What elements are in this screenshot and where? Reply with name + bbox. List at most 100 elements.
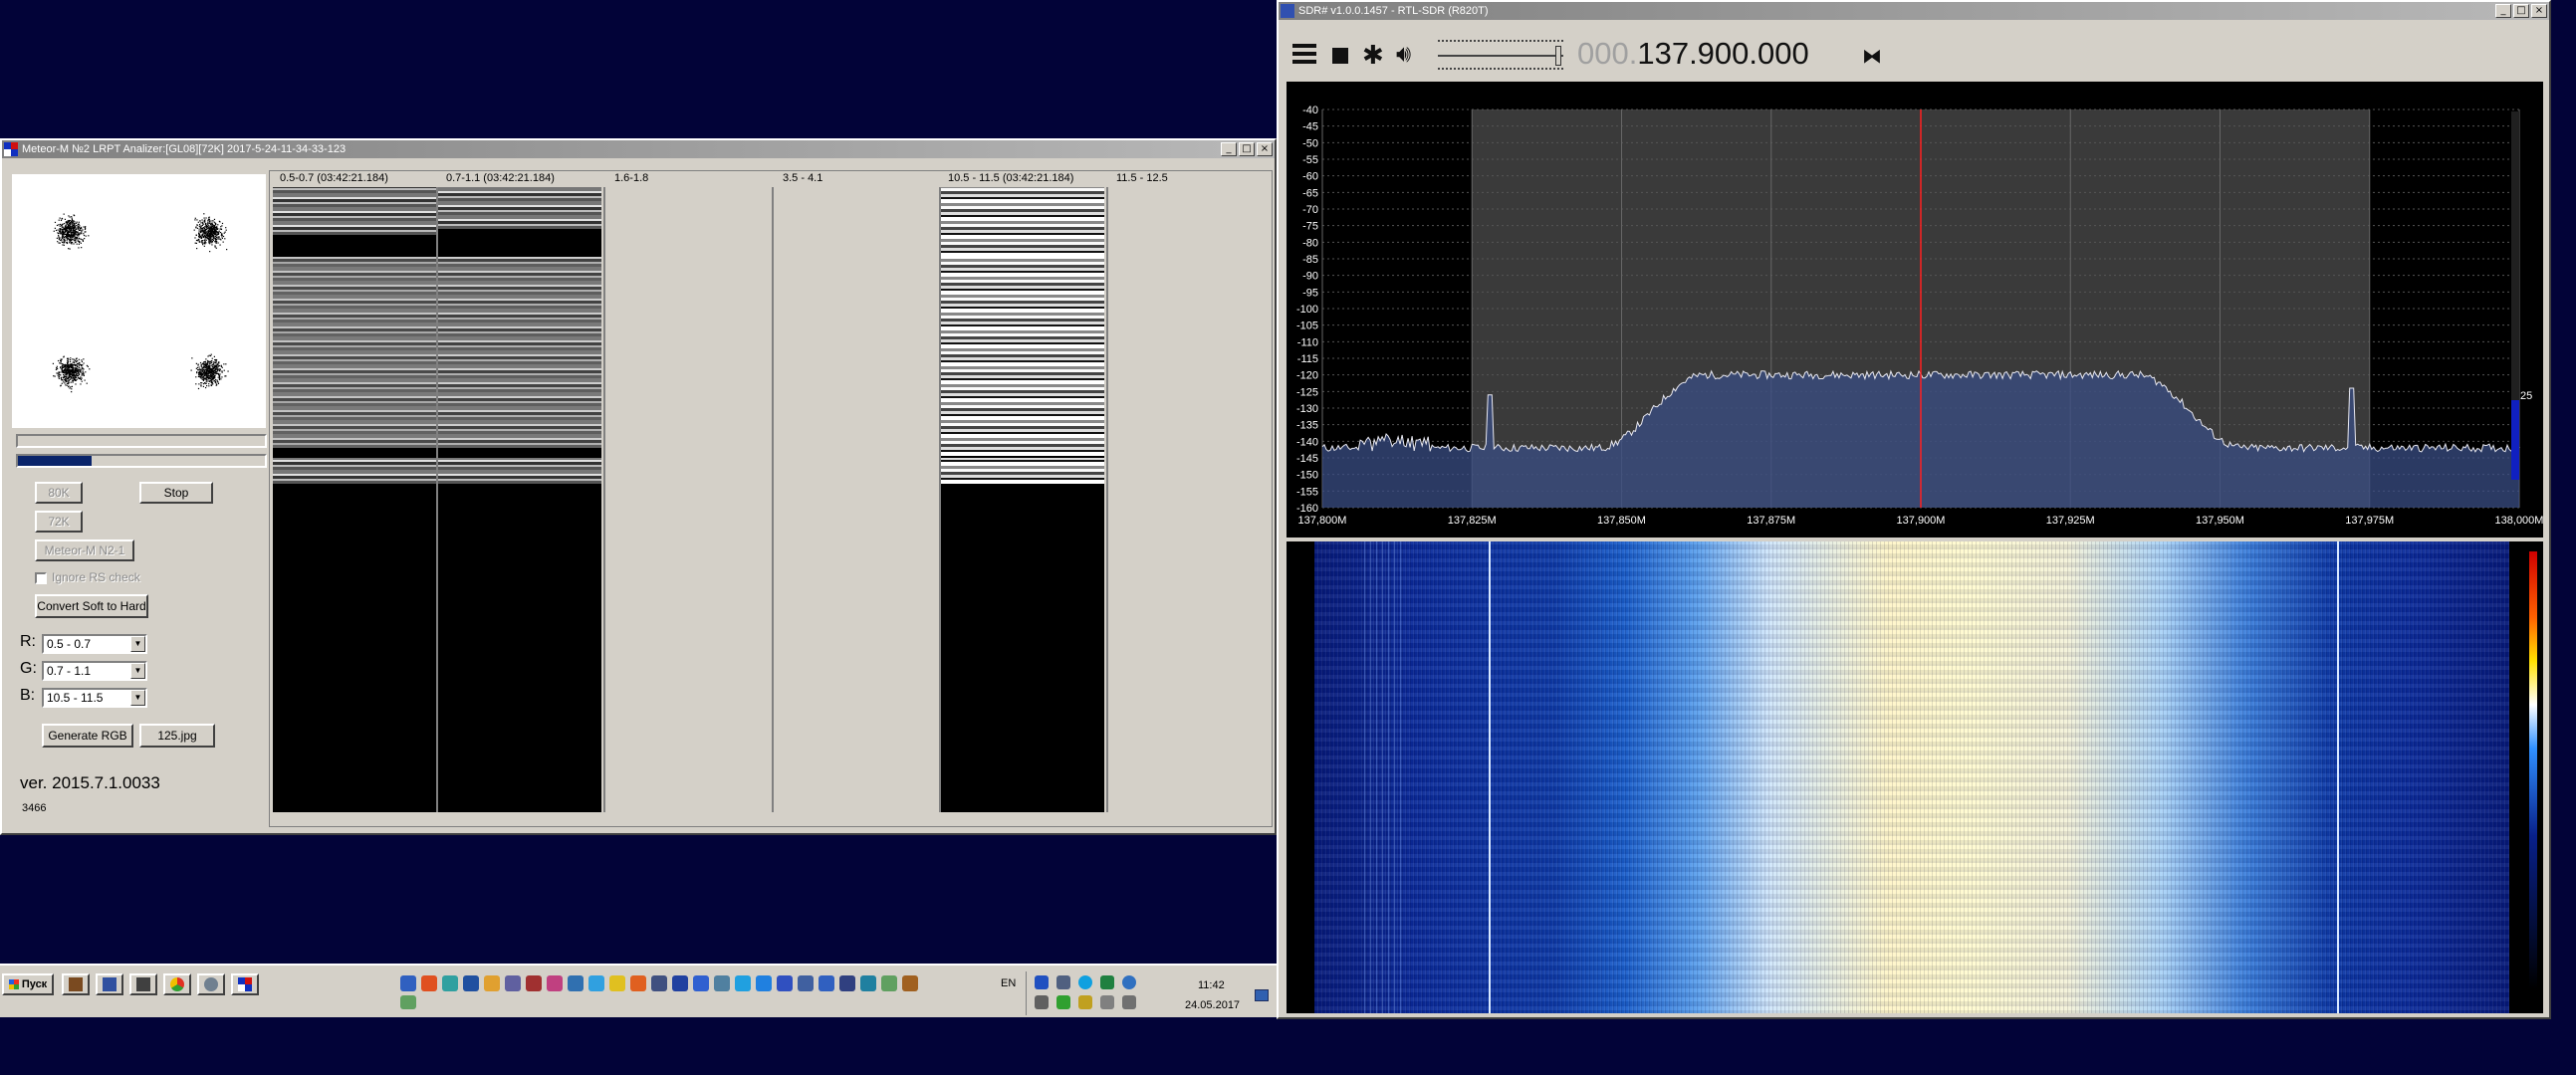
quick-launch-icon[interactable] [484, 975, 500, 991]
waterfall-panel[interactable] [1287, 541, 2543, 1013]
btn-72k[interactable]: 72K [35, 511, 83, 533]
y-tick-label: -80 [1302, 237, 1318, 249]
quick-launch-icon[interactable] [860, 975, 876, 991]
taskbar-app-3[interactable] [129, 973, 157, 995]
network-icon[interactable] [1056, 975, 1070, 989]
quick-launch-icon[interactable] [547, 975, 563, 991]
channel-divider [772, 187, 774, 812]
monitor-icon[interactable] [1100, 995, 1114, 1009]
close-icon[interactable]: × [1257, 142, 1273, 156]
jpg-button[interactable]: 125.jpg [139, 724, 215, 748]
taskbar-app-2[interactable] [96, 973, 123, 995]
spectrum-svg[interactable]: -40 -45 -50 -55 -60 -65 -70 -75 -80 -85 -90 -95 -100… [1287, 82, 2544, 538]
taskbar-app-5[interactable] [197, 973, 225, 995]
ignore-rs-checkbox[interactable] [35, 572, 47, 584]
chevron-down-icon[interactable]: ▼ [130, 636, 145, 652]
taskbar-app-1[interactable] [62, 973, 90, 995]
sdr-titlebar[interactable]: SDR# v1.0.0.1457 - RTL-SDR (R820T) _ □ × [1279, 2, 2549, 20]
generate-rgb-button[interactable]: Generate RGB [42, 724, 133, 748]
volume-icon[interactable] [1122, 995, 1136, 1009]
quick-launch-icon[interactable] [400, 975, 416, 991]
device-icon[interactable] [1035, 995, 1049, 1009]
quick-launch-icon[interactable] [714, 975, 730, 991]
taskbar-app-6[interactable] [231, 973, 259, 995]
minimize-icon[interactable]: _ [2495, 4, 2511, 18]
frequency-prefix: 000. [1577, 36, 1638, 71]
chevron-down-icon[interactable]: ▼ [130, 663, 145, 679]
y-tick-label: -110 [1297, 336, 1318, 348]
x-tick-label: 137,950M [2196, 515, 2244, 527]
maximize-icon[interactable]: □ [1239, 142, 1255, 156]
quick-launch-icon[interactable] [756, 975, 772, 991]
volume-slider[interactable] [1438, 40, 1563, 70]
quick-launch-icon[interactable] [609, 975, 625, 991]
quick-launch-icon[interactable] [672, 975, 688, 991]
quick-launch-icon[interactable] [777, 975, 793, 991]
menu-icon[interactable] [1292, 44, 1316, 64]
flag-icon[interactable] [1078, 995, 1092, 1009]
quick-launch-icon[interactable] [588, 975, 604, 991]
update-icon[interactable] [1100, 975, 1114, 989]
side-value: 25 [2520, 390, 2533, 402]
show-desktop-icon[interactable] [1255, 989, 1269, 1001]
quick-launch-icon[interactable] [651, 975, 667, 991]
maximize-icon[interactable]: □ [2513, 4, 2529, 18]
quick-launch-icon[interactable] [421, 975, 437, 991]
quick-launch-icon[interactable] [526, 975, 542, 991]
r-channel-select[interactable]: 0.5 - 0.7 ▼ [42, 634, 147, 654]
language-indicator[interactable]: EN [1001, 977, 1016, 989]
btn-80k[interactable]: 80K [35, 482, 83, 504]
stop-button[interactable]: Stop [139, 482, 213, 504]
bluetooth-icon[interactable] [1035, 975, 1049, 989]
taskbar-app-4[interactable] [163, 973, 191, 995]
swap-icon[interactable]: ⧓ [1862, 44, 1882, 69]
quick-launch-icon[interactable] [902, 975, 918, 991]
meteor-titlebar[interactable]: Meteor-M №2 LRPT Analizer:[GL08][72K] 20… [2, 140, 1275, 158]
quick-launch-icon[interactable] [463, 975, 479, 991]
stop-icon[interactable] [1332, 48, 1348, 64]
y-tick-label: -120 [1296, 370, 1318, 382]
frequency-value: 137.900.000 [1637, 36, 1809, 71]
x-tick-label: 138,000M [2495, 515, 2543, 527]
quick-launch-icon[interactable] [442, 975, 458, 991]
color-scale [2529, 551, 2537, 989]
shield-icon[interactable] [1056, 995, 1070, 1009]
constellation-cluster [53, 213, 90, 250]
clock-date[interactable]: 24.05.2017 [1185, 999, 1240, 1011]
g-channel-select[interactable]: 0.7 - 1.1 ▼ [42, 661, 147, 681]
quick-launch-icon[interactable] [693, 975, 709, 991]
quick-launch-icon[interactable] [505, 975, 521, 991]
info-icon[interactable] [1122, 975, 1136, 989]
sdr-window: SDR# v1.0.0.1457 - RTL-SDR (R820T) _ □ ×… [1277, 0, 2551, 1019]
quick-launch-icon[interactable] [400, 995, 416, 1009]
channel-label: 10.5 - 11.5 (03:42:21.184) [948, 172, 1074, 184]
gear-icon[interactable]: ✱ [1362, 42, 1384, 68]
quick-launch-icon[interactable] [735, 975, 751, 991]
convert-soft-hard-button[interactable]: Convert Soft to Hard [35, 594, 148, 618]
quick-launch-icon[interactable] [839, 975, 855, 991]
quick-launch-icon[interactable] [798, 975, 814, 991]
chevron-down-icon[interactable]: ▼ [130, 690, 145, 706]
constellation-plot [12, 174, 266, 428]
skype-icon[interactable] [1078, 975, 1092, 989]
close-icon[interactable]: × [2531, 4, 2547, 18]
quick-launch-icon[interactable] [630, 975, 646, 991]
b-channel-select[interactable]: 10.5 - 11.5 ▼ [42, 688, 147, 708]
y-tick-label: -90 [1302, 271, 1318, 283]
clock-time[interactable]: 11:42 [1198, 979, 1225, 991]
frequency-display[interactable]: 000.137.900.000 [1577, 34, 1809, 74]
channel-panel: 0.5-0.7 (03:42:21.184) 0.7-1.1 (03:42:21… [269, 170, 1273, 827]
start-button[interactable]: Пуск [2, 973, 54, 995]
minimize-icon[interactable]: _ [1221, 142, 1237, 156]
speaker-icon[interactable]: 🔊︎ [1396, 42, 1411, 68]
terminal-app-icon [136, 977, 150, 991]
quick-launch-icon[interactable] [568, 975, 584, 991]
quick-launch-icon[interactable] [881, 975, 897, 991]
quick-launch-icon[interactable] [819, 975, 834, 991]
progress-bar [16, 454, 267, 468]
constellation-cluster [190, 353, 229, 390]
channel-image-5 [941, 187, 1104, 812]
y-tick-label: -125 [1296, 386, 1318, 398]
meteor-mode-button[interactable]: Meteor-M N2-1 [35, 539, 134, 561]
meteor-title: Meteor-M №2 LRPT Analizer:[GL08][72K] 20… [22, 143, 347, 155]
